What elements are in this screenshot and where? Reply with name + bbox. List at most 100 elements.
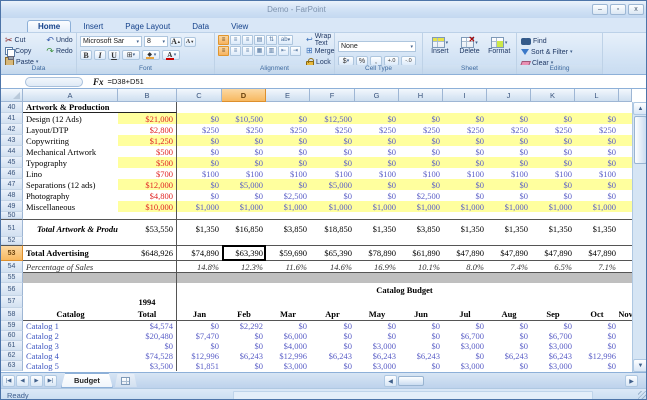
cell-K50[interactable]: [531, 212, 575, 219]
delete-button[interactable]: ✕ ▾ Delete: [456, 35, 484, 55]
cell-E51[interactable]: $3,850: [266, 219, 310, 237]
cell-I53[interactable]: $47,890: [443, 245, 487, 261]
cell-type-combo[interactable]: None ▾: [338, 41, 416, 52]
cell-H43[interactable]: $0: [399, 135, 443, 146]
cell-D45[interactable]: $0: [222, 157, 266, 168]
cell-H53[interactable]: $61,890: [399, 245, 443, 261]
cell-E54[interactable]: 11.6%: [266, 261, 310, 273]
underline-button[interactable]: U: [108, 50, 120, 60]
cell-B45[interactable]: $500: [118, 157, 177, 168]
cell-F54[interactable]: 14.6%: [310, 261, 355, 273]
cell-G60[interactable]: $0: [355, 331, 399, 341]
horizontal-scrollbar[interactable]: ◀ ▶: [384, 375, 638, 387]
tab-page-layout[interactable]: Page Layout: [115, 21, 180, 32]
align-right-button[interactable]: ≡: [242, 46, 253, 56]
cell-K54[interactable]: 6.5%: [531, 261, 575, 273]
cell-J63[interactable]: $0: [487, 361, 531, 371]
cell-J51[interactable]: $1,350: [487, 219, 531, 237]
column-header-A[interactable]: A: [23, 89, 118, 102]
first-sheet-button[interactable]: |◀: [2, 374, 15, 387]
cell-M63[interactable]: [619, 361, 632, 371]
cell-I40[interactable]: [443, 102, 487, 113]
cell-F60[interactable]: $0: [310, 331, 355, 341]
find-button[interactable]: Find: [520, 36, 599, 46]
cell-A51[interactable]: Total Artwork & Production: [23, 219, 118, 237]
cell-M44[interactable]: [619, 146, 632, 157]
tab-home[interactable]: Home: [27, 20, 72, 32]
cell-E61[interactable]: $4,000: [266, 341, 310, 351]
cell-C63[interactable]: $1,851: [177, 361, 222, 371]
cell-G41[interactable]: $0: [355, 113, 399, 124]
cell-B49[interactable]: $10,000: [118, 201, 177, 212]
cell-M41[interactable]: [619, 113, 632, 124]
cut-button[interactable]: ✂ Cut: [4, 35, 39, 45]
maximize-button[interactable]: ▫: [610, 4, 626, 15]
cell-E57[interactable]: [266, 296, 310, 308]
cell-A55[interactable]: [23, 273, 118, 283]
cell-I47[interactable]: $0: [443, 179, 487, 190]
cell-A60[interactable]: Catalog 2: [23, 331, 118, 341]
orientation-button[interactable]: ▤: [254, 35, 265, 45]
cell-D51[interactable]: $16,850: [222, 219, 266, 237]
row-header-53[interactable]: 53: [1, 245, 23, 261]
cell-E43[interactable]: $0: [266, 135, 310, 146]
tab-insert[interactable]: Insert: [73, 21, 113, 32]
cell-C60[interactable]: $7,470: [177, 331, 222, 341]
cell-M46[interactable]: [619, 168, 632, 179]
cell-J41[interactable]: $0: [487, 113, 531, 124]
cell-I44[interactable]: $0: [443, 146, 487, 157]
cell-M51[interactable]: [619, 219, 632, 237]
cell-L60[interactable]: $0: [575, 331, 619, 341]
cell-L52[interactable]: [575, 237, 619, 245]
cell-A42[interactable]: Layout/DTP: [23, 124, 118, 135]
row-header-41[interactable]: 41: [1, 113, 23, 124]
cell-K43[interactable]: $0: [531, 135, 575, 146]
vertical-scrollbar[interactable]: ▲ ▼: [632, 102, 646, 372]
cell-F43[interactable]: $0: [310, 135, 355, 146]
cell-K41[interactable]: $0: [531, 113, 575, 124]
cell-K49[interactable]: $1,000: [531, 201, 575, 212]
cell-J49[interactable]: $1,000: [487, 201, 531, 212]
align-left-button[interactable]: ≡: [218, 46, 229, 56]
cell-G63[interactable]: $3,000: [355, 361, 399, 371]
cell-J57[interactable]: [487, 296, 531, 308]
cell-G52[interactable]: [355, 237, 399, 245]
cell-A40[interactable]: Artwork & Production: [23, 102, 118, 113]
cell-K51[interactable]: $1,350: [531, 219, 575, 237]
cell-E48[interactable]: $2,500: [266, 190, 310, 201]
cell-I46[interactable]: $100: [443, 168, 487, 179]
minimize-button[interactable]: –: [592, 4, 608, 15]
cell-H46[interactable]: $100: [399, 168, 443, 179]
cell-J59[interactable]: $0: [487, 321, 531, 331]
cell-B59[interactable]: $4,574: [118, 321, 177, 331]
cell-H44[interactable]: $0: [399, 146, 443, 157]
cell-A56[interactable]: [23, 283, 118, 296]
cell-K55[interactable]: [531, 273, 575, 283]
cell-B51[interactable]: $53,550: [118, 219, 177, 237]
cell-A45[interactable]: Typography: [23, 157, 118, 168]
cell-M62[interactable]: [619, 351, 632, 361]
cell-I59[interactable]: $0: [443, 321, 487, 331]
decrease-indent-button[interactable]: ⇤: [278, 46, 289, 56]
column-header-C[interactable]: C: [177, 89, 222, 102]
cell-D49[interactable]: $1,000: [222, 201, 266, 212]
cell-G48[interactable]: $0: [355, 190, 399, 201]
cell-K46[interactable]: $100: [531, 168, 575, 179]
cell-K40[interactable]: [531, 102, 575, 113]
cell-M55[interactable]: [619, 273, 632, 283]
cell-K52[interactable]: [531, 237, 575, 245]
tab-view[interactable]: View: [221, 21, 258, 32]
shrink-font-button[interactable]: A ▼: [184, 36, 196, 47]
cell-C58[interactable]: Jan: [177, 308, 222, 321]
cell-H45[interactable]: $0: [399, 157, 443, 168]
cell-C41[interactable]: $0: [177, 113, 222, 124]
cell-D53[interactable]: $63,390: [222, 245, 266, 261]
cell-K59[interactable]: $0: [531, 321, 575, 331]
select-all-corner[interactable]: [1, 89, 23, 102]
cell-M54[interactable]: [619, 261, 632, 273]
cell-F62[interactable]: $6,243: [310, 351, 355, 361]
resize-grip-icon[interactable]: [638, 391, 646, 399]
cell-C45[interactable]: $0: [177, 157, 222, 168]
cell-L50[interactable]: [575, 212, 619, 219]
cell-E44[interactable]: $0: [266, 146, 310, 157]
